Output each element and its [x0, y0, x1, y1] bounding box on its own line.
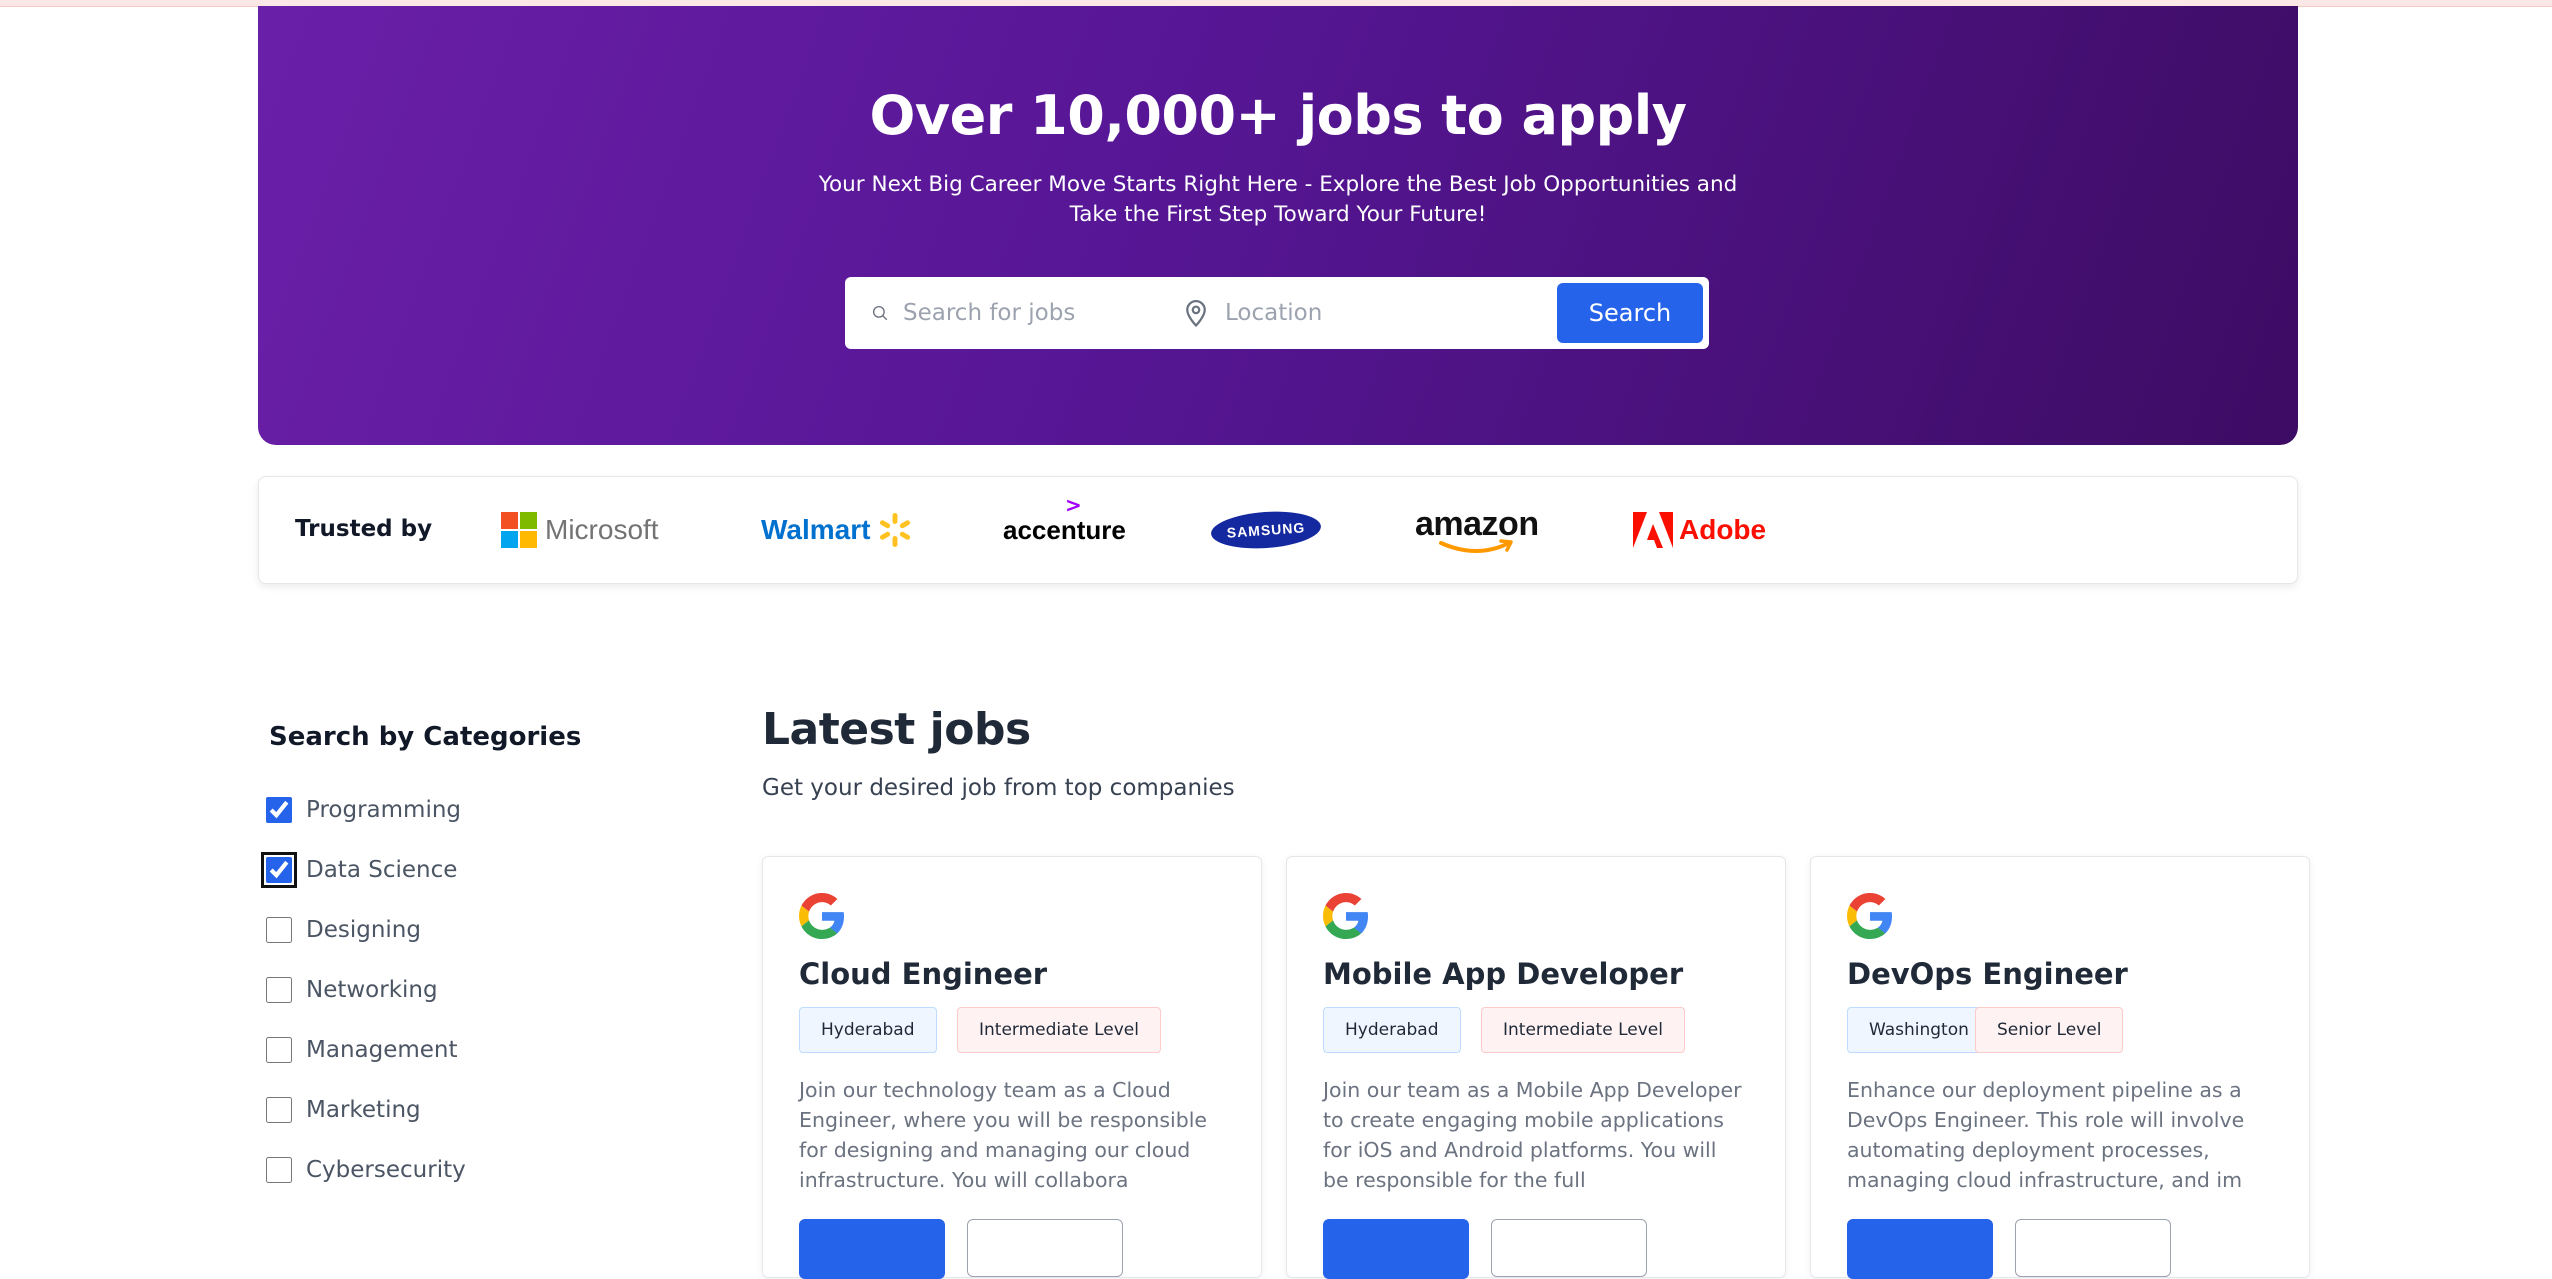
walmart-logo: Walmart [761, 497, 914, 563]
apply-now-button[interactable] [1323, 1219, 1469, 1279]
job-level-tag: Senior Level [1975, 1007, 2124, 1053]
adobe-a-icon [1633, 512, 1673, 548]
category-checkbox-data-science[interactable] [261, 852, 297, 888]
amazon-smile-icon [1439, 539, 1513, 553]
category-label: Cybersecurity [306, 1157, 466, 1183]
category-item-programming[interactable]: Programming [266, 780, 466, 840]
job-card: Mobile App Developer Hyderabad Intermedi… [1286, 856, 1786, 1279]
location-pin-icon [1186, 300, 1206, 328]
job-title[interactable]: DevOps Engineer [1847, 957, 2128, 991]
category-item-designing[interactable]: Designing [266, 900, 466, 960]
category-label: Networking [306, 977, 438, 1003]
latest-jobs-title: Latest jobs [762, 704, 1031, 755]
category-label: Marketing [306, 1097, 421, 1123]
learn-more-button[interactable] [1491, 1219, 1647, 1277]
trusted-by-strip: Trusted by Microsoft Walmart > accenture… [258, 476, 2298, 584]
job-description: Join our technology team as a Cloud Engi… [799, 1078, 1208, 1192]
category-label: Data Science [306, 857, 458, 883]
microsoft-squares-icon [501, 512, 537, 548]
category-checkbox-management[interactable] [266, 1037, 292, 1063]
microsoft-logo: Microsoft [501, 497, 659, 563]
amazon-wordmark: amazon [1415, 505, 1539, 543]
apply-now-button[interactable] [1847, 1219, 1993, 1279]
walmart-wordmark: Walmart [761, 514, 871, 545]
category-label: Programming [306, 797, 462, 823]
category-item-cybersecurity[interactable]: Cybersecurity [266, 1140, 466, 1200]
job-search-field [845, 277, 1175, 349]
walmart-spark-icon [880, 513, 911, 547]
categories-list: Programming Data Science Designing Netwo… [261, 780, 466, 1200]
job-card: DevOps Engineer Washington Senior Level … [1810, 856, 2310, 1279]
accenture-chevron-icon: > [1065, 492, 1082, 517]
categories-title: Search by Categories [269, 722, 582, 752]
job-location-tag: Washington [1847, 1007, 1991, 1053]
job-search-input[interactable] [901, 299, 1175, 327]
accenture-wordmark: accenture [1003, 514, 1126, 545]
samsung-oval-icon: SAMSUNG [1209, 508, 1323, 552]
category-checkbox-networking[interactable] [266, 977, 292, 1003]
google-icon [1323, 893, 1369, 939]
category-item-marketing[interactable]: Marketing [266, 1080, 466, 1140]
job-location-tag: Hyderabad [1323, 1007, 1461, 1053]
job-location-tag: Hyderabad [799, 1007, 937, 1053]
hero-subtitle-line2: Take the First Step Toward Your Future! [1069, 202, 1487, 227]
category-checkbox-cybersecurity[interactable] [266, 1157, 292, 1183]
job-description: Enhance our deployment pipeline as a Dev… [1847, 1078, 2245, 1192]
latest-jobs-subtitle: Get your desired job from top companies [762, 775, 1235, 801]
hero-title: Over 10,000+ jobs to apply [869, 84, 1687, 147]
category-item-data-science[interactable]: Data Science [261, 840, 466, 900]
trusted-by-label: Trusted by [295, 516, 433, 542]
category-label: Management [306, 1037, 458, 1063]
job-title[interactable]: Mobile App Developer [1323, 957, 1683, 991]
job-level-tag: Intermediate Level [957, 1007, 1161, 1053]
job-level-tag: Intermediate Level [1481, 1007, 1685, 1053]
category-checkbox-designing[interactable] [266, 917, 292, 943]
search-button[interactable]: Search [1557, 283, 1703, 343]
samsung-logo: SAMSUNG [1209, 497, 1323, 563]
learn-more-button[interactable] [2015, 1219, 2171, 1277]
accenture-logo: > accenture [1003, 493, 1126, 563]
category-label: Designing [306, 917, 421, 943]
job-title[interactable]: Cloud Engineer [799, 957, 1047, 991]
hero-banner: Over 10,000+ jobs to apply Your Next Big… [258, 6, 2298, 445]
adobe-logo: Adobe [1633, 497, 1766, 563]
search-icon [872, 305, 888, 321]
job-search-bar: Search [845, 277, 1709, 349]
job-description: Join our team as a Mobile App Developer … [1323, 1078, 1742, 1192]
amazon-logo: amazon [1415, 497, 1539, 563]
google-icon [799, 893, 845, 939]
google-icon [1847, 893, 1893, 939]
learn-more-button[interactable] [967, 1219, 1123, 1277]
category-checkbox-programming[interactable] [266, 797, 292, 823]
samsung-wordmark: SAMSUNG [1226, 519, 1306, 541]
adobe-wordmark: Adobe [1679, 514, 1767, 545]
location-field [1175, 277, 1547, 349]
job-card: Cloud Engineer Hyderabad Intermediate Le… [762, 856, 1262, 1279]
apply-now-button[interactable] [799, 1219, 945, 1279]
hero-subtitle-line1: Your Next Big Career Move Starts Right H… [818, 172, 1738, 197]
category-checkbox-marketing[interactable] [266, 1097, 292, 1123]
microsoft-wordmark: Microsoft [545, 514, 659, 545]
category-item-networking[interactable]: Networking [266, 960, 466, 1020]
location-input[interactable] [1223, 299, 1527, 327]
category-item-management[interactable]: Management [266, 1020, 466, 1080]
